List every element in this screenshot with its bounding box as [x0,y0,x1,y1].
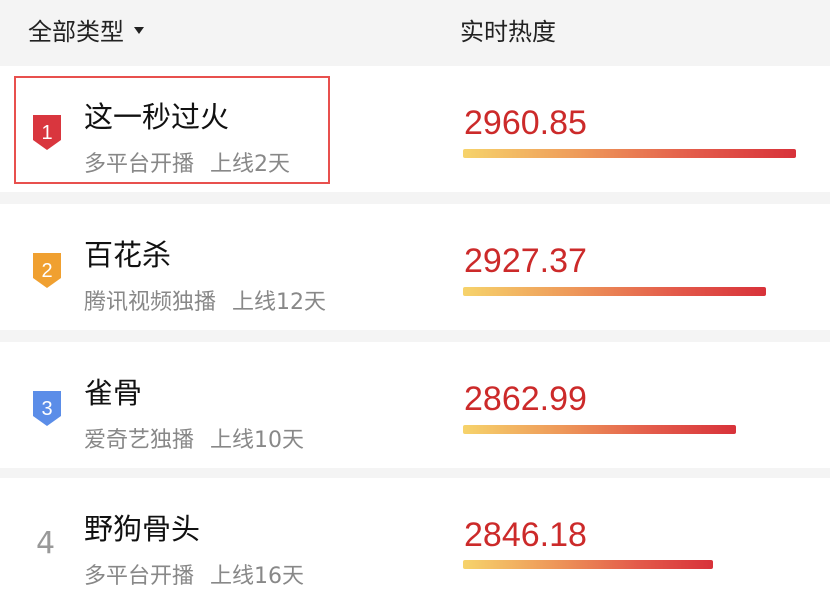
online-days-label: 上线10天 [210,428,305,453]
list-item[interactable]: 4 野狗骨头 多平台开播 上线16天 2846.18 [0,478,830,591]
heat-value: 2927.37 [464,242,587,280]
show-title[interactable]: 野狗骨头 [84,506,200,548]
heat-bar [463,287,766,296]
heat-column-header: 实时热度 [460,18,556,46]
platform-label: 爱奇艺独播 [84,428,195,453]
platform-label: 多平台开播 [84,564,195,589]
selection-highlight [14,76,330,184]
heat-bar [463,425,736,434]
list-item[interactable]: 3 雀骨 爱奇艺独播 上线10天 2862.99 [0,342,830,468]
show-title[interactable]: 百花杀 [84,232,171,274]
type-filter-label: 全部类型 [28,18,124,46]
rank-number: 4 [36,526,56,561]
show-title[interactable]: 雀骨 [84,370,142,412]
platform-label: 腾讯视频独播 [84,290,217,315]
rank-shield-icon: 2 [33,253,61,288]
heat-value: 2846.18 [464,516,587,554]
list-header: 全部类型 实时热度 [0,0,830,66]
type-filter-dropdown[interactable]: 全部类型 [28,12,144,47]
heat-bar [463,149,796,158]
show-meta: 腾讯视频独播 上线12天 [84,284,326,316]
online-days-label: 上线12天 [232,290,327,315]
heat-value: 2862.99 [464,380,587,418]
caret-down-icon [134,27,144,34]
online-days-label: 上线16天 [210,564,305,589]
heat-bar [463,560,713,569]
rank-badge: 2 [30,250,64,290]
rank-badge: 3 [30,388,64,428]
rank-shield-icon: 3 [33,391,61,426]
show-meta: 多平台开播 上线16天 [84,558,304,590]
svg-text:3: 3 [41,398,52,420]
heat-value: 2960.85 [464,104,587,142]
svg-text:2: 2 [41,260,52,282]
list-item[interactable]: 2 百花杀 腾讯视频独播 上线12天 2927.37 [0,204,830,330]
show-meta: 爱奇艺独播 上线10天 [84,422,304,454]
